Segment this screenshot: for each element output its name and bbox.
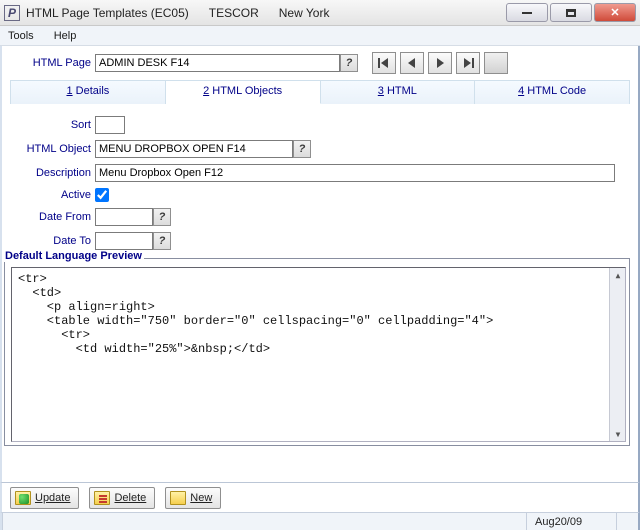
tab-strip: 1 Details 2 HTML Objects 3 HTML 4 HTML C… — [10, 80, 630, 104]
record-nav — [372, 52, 508, 74]
active-label: Active — [10, 189, 95, 201]
menu-help[interactable]: Help — [50, 28, 81, 44]
new-button[interactable]: New — [165, 487, 221, 509]
sort-input[interactable] — [95, 116, 125, 134]
sort-label: Sort — [10, 119, 95, 131]
date-to-input[interactable] — [95, 232, 153, 250]
tab-details[interactable]: 1 Details — [10, 80, 166, 104]
description-label: Description — [10, 167, 95, 179]
close-button[interactable]: ✕ — [594, 3, 636, 22]
nav-next-icon — [434, 57, 446, 69]
date-from-label: Date From — [10, 211, 95, 223]
preview-code: <tr> <td> <p align=right> <table width="… — [18, 272, 493, 356]
preview-textarea[interactable]: <tr> <td> <p align=right> <table width="… — [11, 267, 626, 442]
status-spacer — [2, 513, 526, 530]
tab-html-objects[interactable]: 2 HTML Objects — [166, 80, 321, 104]
date-from-input[interactable] — [95, 208, 153, 226]
question-icon: ? — [346, 57, 353, 69]
minimize-icon — [522, 12, 532, 14]
date-to-lookup-button[interactable]: ? — [153, 232, 171, 250]
scroll-down-icon[interactable]: ▾ — [612, 428, 624, 440]
tab-html[interactable]: 3 HTML — [321, 80, 476, 104]
update-button[interactable]: Update — [10, 487, 79, 509]
maximize-icon — [566, 9, 576, 17]
new-label: New — [190, 492, 212, 504]
status-grip — [616, 513, 638, 530]
status-bar: Aug20/09 — [0, 512, 640, 530]
nav-last-button[interactable] — [456, 52, 480, 74]
title-location: New York — [279, 6, 330, 20]
maximize-button[interactable] — [550, 3, 592, 22]
preview-scrollbar[interactable]: ▴ ▾ — [609, 268, 625, 441]
question-icon: ? — [159, 211, 166, 223]
date-to-label: Date To — [10, 235, 95, 247]
nav-next-button[interactable] — [428, 52, 452, 74]
work-area: HTML Page ? 1 Details 2 HTML Objects 3 H… — [0, 46, 640, 482]
title-bar: P HTML Page Templates (EC05) TESCOR New … — [0, 0, 640, 26]
app-title: HTML Page Templates (EC05) — [26, 6, 189, 20]
new-icon — [170, 491, 186, 505]
nav-last-icon — [462, 57, 474, 69]
nav-prev-icon — [406, 57, 418, 69]
nav-prev-button[interactable] — [400, 52, 424, 74]
update-icon — [15, 491, 31, 505]
bottom-toolbar: Update Delete New — [0, 482, 640, 512]
date-from-lookup-button[interactable]: ? — [153, 208, 171, 226]
html-page-input[interactable] — [95, 54, 340, 72]
minimize-button[interactable] — [506, 3, 548, 22]
html-object-input[interactable] — [95, 140, 293, 158]
question-icon: ? — [159, 235, 166, 247]
nav-first-icon — [378, 57, 390, 69]
delete-label: Delete — [114, 492, 146, 504]
nav-extra-button[interactable] — [484, 52, 508, 74]
active-checkbox[interactable] — [95, 188, 109, 202]
delete-button[interactable]: Delete — [89, 487, 155, 509]
app-icon: P — [4, 5, 20, 21]
delete-icon — [94, 491, 110, 505]
html-page-lookup-button[interactable]: ? — [340, 54, 358, 72]
scroll-up-icon[interactable]: ▴ — [612, 269, 624, 281]
question-icon: ? — [299, 143, 306, 155]
nav-first-button[interactable] — [372, 52, 396, 74]
close-icon: ✕ — [610, 6, 619, 19]
html-object-lookup-button[interactable]: ? — [293, 140, 311, 158]
menu-tools[interactable]: Tools — [4, 28, 38, 44]
menu-bar: Tools Help — [0, 26, 640, 46]
html-page-label: HTML Page — [10, 57, 95, 69]
html-object-label: HTML Object — [10, 143, 95, 155]
preview-legend: Default Language Preview — [3, 250, 144, 262]
title-company: TESCOR — [209, 6, 259, 20]
tab-html-code[interactable]: 4 HTML Code — [475, 80, 630, 104]
update-label: Update — [35, 492, 70, 504]
preview-group: Default Language Preview <tr> <td> <p al… — [4, 258, 630, 446]
status-date: Aug20/09 — [526, 513, 616, 530]
description-input[interactable] — [95, 164, 615, 182]
